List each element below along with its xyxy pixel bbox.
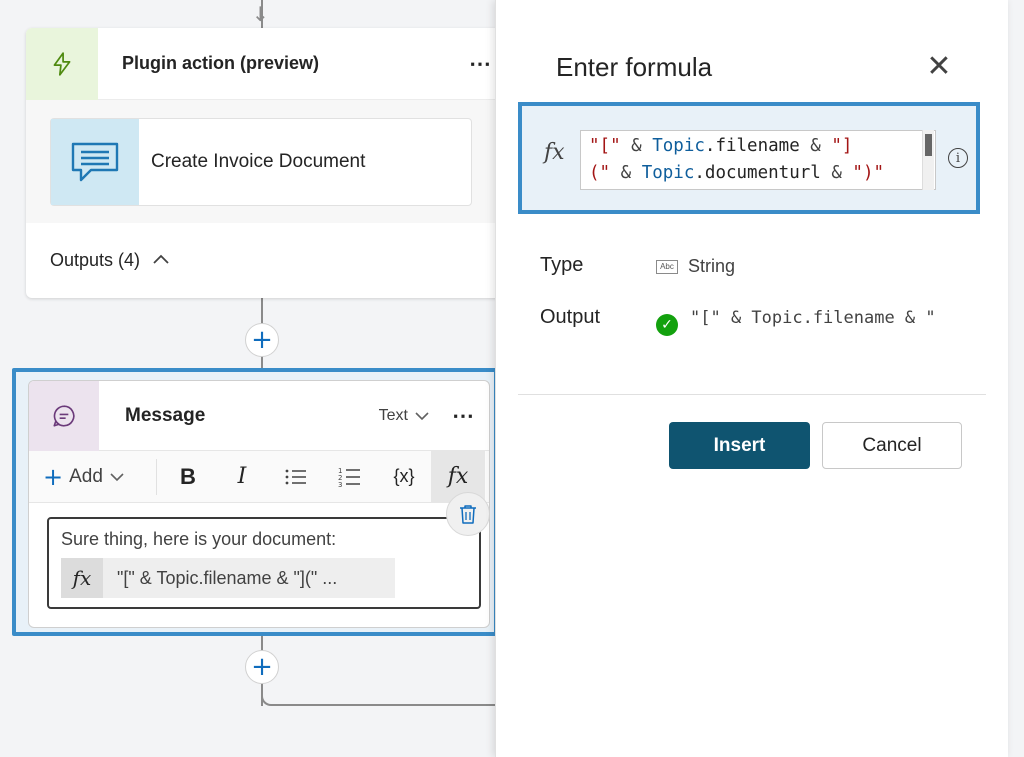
formula-token: ")": [852, 163, 885, 183]
bold-icon: B: [180, 463, 196, 489]
panel-title: Enter formula: [556, 52, 713, 82]
message-node-selection: Message Text ⋯ + Add B I 1 2 3 {x} fx Su…: [12, 368, 498, 636]
check-circle-icon: ✓: [656, 314, 678, 336]
chevron-down-icon: [110, 472, 124, 481]
chevron-up-icon: [152, 252, 170, 270]
formula-line: "[" & Topic.filename & "]: [589, 133, 927, 160]
formula-token: "]: [831, 136, 853, 156]
formula-line: (" & Topic.documenturl & ")": [589, 160, 927, 187]
output-label: Output: [540, 306, 601, 328]
numbered-list-icon: 1 2 3: [338, 467, 360, 488]
italic-icon: I: [237, 464, 247, 489]
formula-token: &: [820, 163, 853, 183]
plugin-card-body: Create Invoice Document: [26, 100, 506, 223]
formula-token: .documenturl: [694, 163, 821, 183]
formula-token: &: [799, 136, 832, 156]
formula-icon: fx: [544, 140, 565, 165]
formula-editor-frame: fx "[" & Topic.filename & "] (" & Topic.…: [518, 102, 980, 214]
message-card[interactable]: Message Text ⋯ + Add B I 1 2 3 {x} fx Su…: [28, 380, 490, 628]
bullet-list-button[interactable]: [269, 451, 323, 503]
formula-icon: fx: [447, 464, 469, 489]
formula-token: Topic: [641, 163, 695, 183]
numbered-list-button[interactable]: 1 2 3: [323, 451, 377, 503]
more-options-button[interactable]: ⋯: [469, 51, 492, 77]
info-icon[interactable]: i: [948, 148, 968, 168]
message-text-editor[interactable]: Sure thing, here is your document: fx "[…: [47, 517, 481, 609]
formula-token: .filename: [704, 136, 800, 156]
message-toolbar: + Add B I 1 2 3 {x} fx: [29, 450, 489, 503]
bold-button[interactable]: B: [161, 451, 215, 503]
formula-panel: Enter formula ✕ fx "[" & Topic.filename …: [495, 0, 1008, 757]
delete-button[interactable]: [446, 492, 490, 536]
plugin-action-item[interactable]: Create Invoice Document: [50, 118, 472, 206]
formula-scrollbar[interactable]: [922, 130, 934, 190]
formula-icon: fx: [61, 558, 103, 598]
message-type-dropdown[interactable]: Text: [379, 407, 430, 425]
formula-token: &: [610, 163, 642, 183]
message-text: Sure thing, here is your document:: [61, 529, 337, 549]
add-node-button[interactable]: +: [245, 323, 279, 357]
lightning-icon: [26, 28, 98, 100]
more-options-button[interactable]: ⋯: [452, 403, 475, 429]
variable-icon: {x}: [393, 466, 415, 486]
chat-document-icon: [51, 119, 139, 205]
message-type-value: Text: [378, 406, 408, 424]
output-value: ✓ "[" & Topic.filename & ": [656, 300, 970, 336]
svg-text:3: 3: [338, 481, 342, 488]
chevron-down-icon: [415, 411, 429, 420]
formula-token: Topic: [652, 136, 705, 156]
add-content-button[interactable]: + Add: [29, 458, 157, 495]
insert-variable-button[interactable]: {x}: [377, 451, 431, 503]
scrollbar-thumb[interactable]: [925, 134, 932, 156]
message-card-title: Message: [125, 404, 206, 426]
type-value-text: String: [688, 256, 736, 276]
plugin-card-header: Plugin action (preview) ⋯: [26, 28, 506, 100]
string-type-icon: Abc: [656, 259, 678, 274]
outputs-label: Outputs (4): [50, 250, 141, 270]
message-bubble-icon: [29, 381, 99, 451]
formula-token: "[": [589, 136, 621, 156]
message-card-header: Message Text ⋯: [29, 381, 489, 451]
bullet-list-icon: [285, 469, 306, 484]
type-value: Abc String: [656, 256, 735, 277]
connector-branch: [261, 680, 501, 706]
cancel-button[interactable]: Cancel: [822, 422, 962, 469]
close-icon[interactable]: ✕: [924, 52, 954, 82]
formula-token: (": [589, 163, 611, 183]
trash-icon: [460, 505, 476, 524]
output-value-text: "[" & Topic.filename & ": [690, 308, 936, 328]
insert-button[interactable]: Insert: [669, 422, 810, 469]
arrow-down-icon: ↓: [252, 2, 269, 26]
formula-token: &: [620, 136, 653, 156]
type-label: Type: [540, 254, 584, 276]
add-label: Add: [69, 465, 103, 487]
plus-icon: +: [43, 462, 64, 491]
formula-input[interactable]: "[" & Topic.filename & "] (" & Topic.doc…: [580, 130, 936, 190]
plugin-action-card[interactable]: Plugin action (preview) ⋯ Create Invoice…: [26, 28, 506, 298]
add-node-button[interactable]: +: [245, 650, 279, 684]
divider: [518, 394, 986, 395]
plugin-card-title: Plugin action (preview): [122, 53, 320, 73]
outputs-toggle[interactable]: Outputs (4): [26, 223, 506, 298]
formula-chip-value: "[" & Topic.filename & "](" ...: [117, 567, 338, 588]
formula-chip[interactable]: fx "[" & Topic.filename & "](" ...: [61, 558, 395, 598]
italic-button[interactable]: I: [215, 451, 269, 503]
plugin-action-label: Create Invoice Document: [151, 151, 366, 172]
